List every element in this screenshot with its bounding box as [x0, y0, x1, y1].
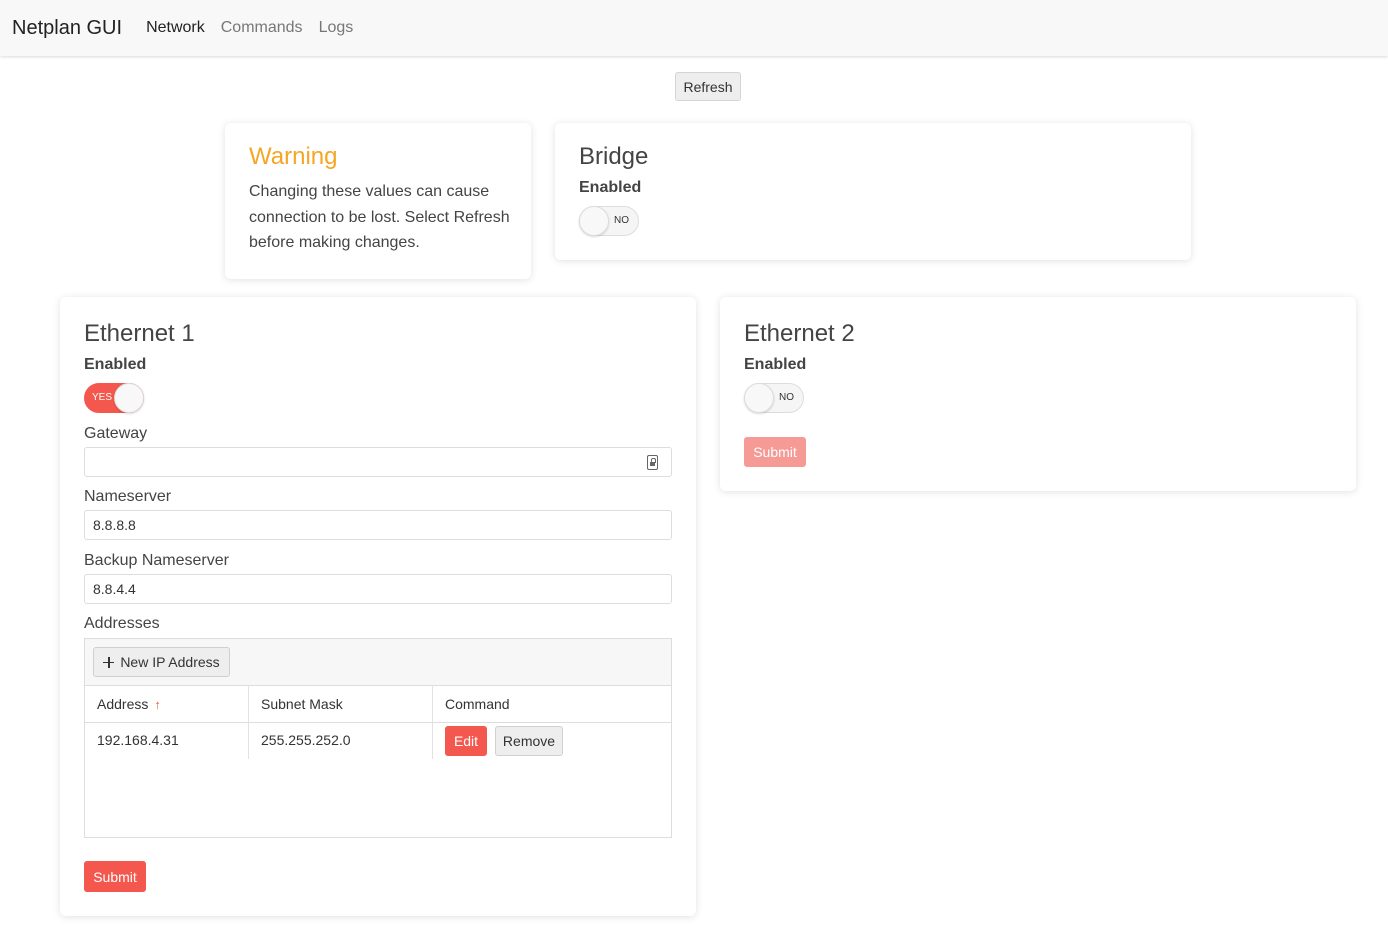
warning-card: Warning Changing these values can cause … [225, 123, 531, 279]
bridge-title: Bridge [579, 143, 649, 170]
bridge-enabled-label: Enabled [579, 179, 642, 196]
column-header-command[interactable]: Command [433, 686, 671, 723]
ethernet1-submit-button[interactable]: Submit [84, 861, 146, 892]
bridge-card: Bridge Enabled NO [555, 123, 1191, 260]
ethernet1-card: Ethernet 1 Enabled YES Gateway Nameserve… [60, 297, 696, 916]
ethernet2-enabled-toggle[interactable]: NO [744, 383, 804, 413]
ethernet1-enabled-label: Enabled [84, 356, 147, 373]
edit-button[interactable]: Edit [445, 726, 487, 756]
nav-link-logs[interactable]: Logs [319, 19, 354, 37]
new-ip-address-button[interactable]: New IP Address [93, 647, 230, 677]
addresses-label: Addresses [84, 615, 160, 632]
refresh-button[interactable]: Refresh [675, 72, 741, 101]
warning-title: Warning [249, 143, 338, 170]
toggle-state-text: NO [614, 215, 629, 226]
nav-link-commands[interactable]: Commands [221, 19, 303, 37]
table-cell-address: 192.168.4.31 [85, 723, 249, 759]
toggle-knob [114, 383, 144, 413]
gateway-input[interactable] [84, 447, 672, 477]
ethernet1-enabled-toggle[interactable]: YES [84, 383, 144, 413]
ethernet2-card: Ethernet 2 Enabled NO Submit [720, 297, 1356, 491]
addresses-toolbar: New IP Address [85, 639, 671, 686]
plus-icon [103, 656, 115, 668]
new-ip-address-label: New IP Address [120, 654, 220, 670]
toggle-state-text: YES [92, 392, 113, 403]
nameserver-input[interactable]: 8.8.8.8 [84, 510, 672, 540]
nameserver-label: Nameserver [84, 488, 172, 505]
column-header-subnet-mask[interactable]: Subnet Mask [249, 686, 433, 723]
table-cell-subnet: 255.255.252.0 [249, 723, 433, 759]
ethernet2-enabled-label: Enabled [744, 356, 807, 373]
addresses-table: New IP Address Address ↑ Subnet Mask Comm… [84, 638, 672, 838]
remove-button[interactable]: Remove [495, 726, 563, 756]
toggle-knob [579, 206, 609, 236]
warning-text: Changing these values can cause connecti… [249, 183, 510, 251]
nav-link-network[interactable]: Network [146, 19, 205, 37]
lock-icon [647, 455, 658, 470]
column-header-address[interactable]: Address ↑ [85, 686, 249, 723]
brand-title[interactable]: Netplan GUI [12, 17, 122, 40]
column-header-label: Address [97, 696, 149, 712]
sort-ascending-icon: ↑ [154, 697, 161, 712]
ethernet2-title: Ethernet 2 [744, 320, 855, 347]
backup-nameserver-label: Backup Nameserver [84, 552, 229, 569]
gateway-label: Gateway [84, 425, 148, 442]
navbar: Netplan GUI Network Commands Logs [0, 0, 1388, 56]
bridge-enabled-toggle[interactable]: NO [579, 206, 639, 236]
toggle-state-text: NO [779, 392, 794, 403]
toggle-knob [744, 383, 774, 413]
ethernet2-submit-button[interactable]: Submit [744, 437, 806, 467]
ethernet1-title: Ethernet 1 [84, 320, 195, 347]
backup-nameserver-input[interactable]: 8.8.4.4 [84, 574, 672, 604]
